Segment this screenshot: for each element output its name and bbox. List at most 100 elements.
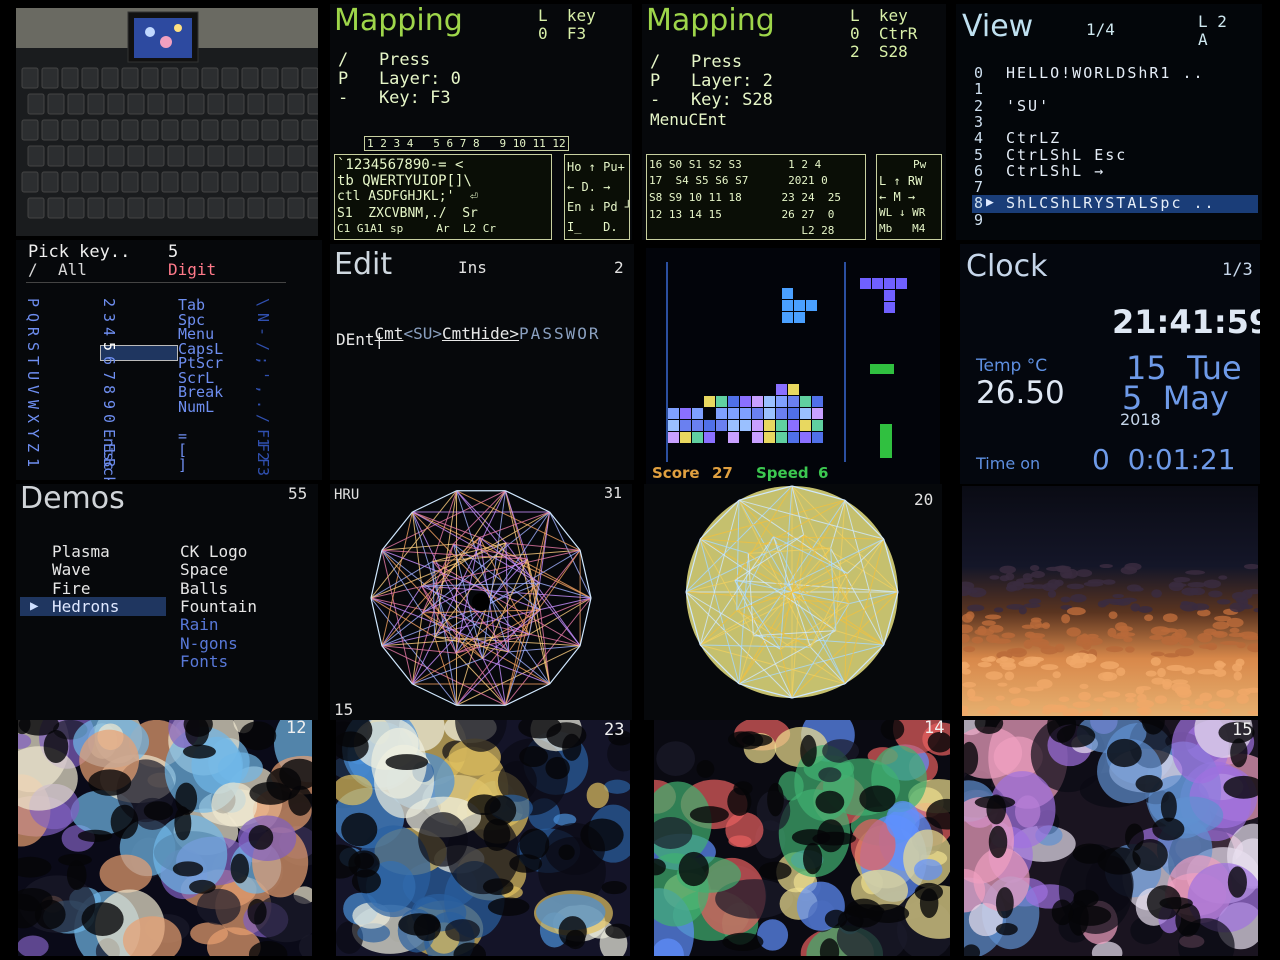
pick-key-item[interactable]: 8: [100, 385, 118, 394]
pick-key-item[interactable]: N: [254, 313, 272, 322]
keycap: [41, 119, 59, 141]
kbd-row-1: 16 S0 S1 S2 S3 1 2 4: [649, 158, 822, 171]
tetris-cell: [752, 420, 763, 431]
pick-key-item[interactable]: ;: [254, 356, 272, 365]
filter-all[interactable]: All: [58, 262, 87, 278]
next-piece-cell: [896, 278, 907, 289]
pick-key-item[interactable]: Y: [24, 429, 42, 438]
pick-key-count: 5: [168, 242, 179, 262]
pick-key-item[interactable]: /: [254, 414, 272, 423]
preview-piece: [880, 424, 892, 458]
plasma-blob: [689, 806, 729, 824]
demo-item[interactable]: N-gons: [180, 635, 238, 652]
pick-key-item[interactable]: S: [24, 342, 42, 351]
pick-key-item[interactable]: V: [24, 385, 42, 394]
view-row-text[interactable]: HELLO!WORLDShR1 ..: [1006, 66, 1205, 81]
plasma-blob: [230, 853, 250, 884]
pick-key-item[interactable]: 7: [100, 371, 118, 380]
pick-key-item[interactable]: -: [254, 327, 272, 336]
view-row-number: 3: [974, 112, 984, 131]
fire-particle: [1010, 647, 1027, 658]
pick-key-item[interactable]: R: [24, 327, 42, 336]
view-row-text[interactable]: 'SU': [1006, 98, 1050, 114]
pick-key-item[interactable]: U: [24, 371, 42, 380]
demo-item[interactable]: Space: [180, 562, 228, 578]
pick-key-item[interactable]: F3: [254, 458, 272, 476]
tetris-cell: [788, 396, 799, 407]
edit-mode: Ins: [458, 258, 487, 277]
fire-particle: [1040, 645, 1059, 655]
selection-arrow-icon: ▶: [30, 598, 39, 614]
header-right-line-2: 0 CtrR: [850, 24, 918, 43]
edit-number: 2: [614, 258, 624, 277]
pick-key-item[interactable]: 4: [100, 327, 118, 336]
edit-text-line-2[interactable]: DEnt|: [336, 332, 384, 348]
keycap: [21, 67, 39, 89]
plasma-blob: [99, 854, 153, 893]
plasma-blob: [586, 782, 609, 809]
mapping-line-key: - Key: S28: [650, 90, 773, 110]
pick-key-item[interactable]: X: [24, 414, 42, 423]
hedron-edge: [370, 597, 435, 638]
plasma-blob: [802, 842, 823, 875]
plasma-blob: [844, 898, 883, 928]
pick-key-item[interactable]: Bck: [100, 458, 118, 481]
demo-item[interactable]: Rain: [180, 617, 219, 633]
pick-key-item[interactable]: 5: [100, 342, 118, 351]
demo-item[interactable]: CK Logo: [180, 544, 247, 560]
header-right-line-3: 2 S28: [850, 42, 908, 61]
demo-item[interactable]: Fonts: [180, 653, 228, 670]
demo-item[interactable]: Hedrons: [52, 598, 119, 615]
layer-tabs[interactable]: 1 2 3 4 5 6 7 8 9 10 11 12: [364, 136, 569, 151]
pick-key-item[interactable]: ,: [254, 385, 272, 394]
fire-particle: [1239, 604, 1253, 610]
pick-key-item[interactable]: NumL: [178, 399, 214, 415]
fire-particle: [1206, 642, 1218, 651]
header-right-line-1: L key: [850, 6, 908, 25]
fire-particle: [1187, 581, 1207, 588]
fire-particle: [1110, 706, 1119, 714]
pick-key-item[interactable]: ]: [178, 457, 187, 473]
well-right-wall: [844, 262, 846, 462]
fire-particle: [1181, 705, 1191, 712]
pick-key-item[interactable]: .: [254, 400, 272, 409]
view-title: View: [962, 9, 1034, 44]
view-row-text[interactable]: CtrLZ: [1006, 131, 1061, 146]
fire-particle: [1005, 572, 1015, 581]
fire-effect: [962, 486, 1258, 716]
pick-key-item[interactable]: 3: [100, 313, 118, 322]
pick-key-item[interactable]: T: [24, 356, 42, 365]
plasma-blob: [336, 921, 364, 954]
keycap: [181, 171, 199, 193]
fire-particle: [1144, 614, 1154, 622]
pick-key-item[interactable]: Q: [24, 313, 42, 322]
view-row-text[interactable]: CtrLShL →: [1006, 163, 1105, 179]
plasma-fps: 12: [286, 720, 307, 738]
keycap: [41, 171, 59, 193]
pick-key-item[interactable]: 6: [100, 356, 118, 365]
pick-key-item[interactable]: \: [254, 298, 272, 307]
hedron-edge: [579, 550, 592, 599]
filter-digit[interactable]: Digit: [168, 262, 216, 278]
demo-item[interactable]: Balls: [180, 580, 228, 597]
pick-key-item[interactable]: 9: [100, 400, 118, 409]
view-row-text[interactable]: CtrLShL Esc: [1006, 147, 1127, 163]
pick-key-item[interactable]: 0: [100, 414, 118, 423]
pick-key-item[interactable]: W: [24, 400, 42, 409]
nav-row-1: Ho ↑ Pu+: [567, 160, 625, 174]
plasma-screen-3: 14: [654, 720, 950, 956]
pick-key-item[interactable]: 1: [24, 458, 42, 467]
pick-key-item[interactable]: 2: [100, 298, 118, 307]
pick-key-item[interactable]: P: [24, 298, 42, 307]
pick-key-item[interactable]: /: [254, 342, 272, 351]
pick-key-item[interactable]: ': [254, 371, 272, 380]
demo-item[interactable]: Plasma: [52, 544, 110, 560]
demo-item[interactable]: Fountain: [180, 598, 257, 615]
demo-item[interactable]: Fire: [52, 580, 91, 597]
pick-key-item[interactable]: Z: [24, 443, 42, 452]
fire-particle: [1211, 631, 1225, 636]
nav-row-3: ← M →: [879, 190, 916, 204]
nav-row-4: WL ↓ WR: [879, 206, 926, 219]
view-row-text[interactable]: ShLCShLRYSTALSpc ..: [1006, 196, 1216, 211]
demo-item[interactable]: Wave: [52, 562, 91, 578]
